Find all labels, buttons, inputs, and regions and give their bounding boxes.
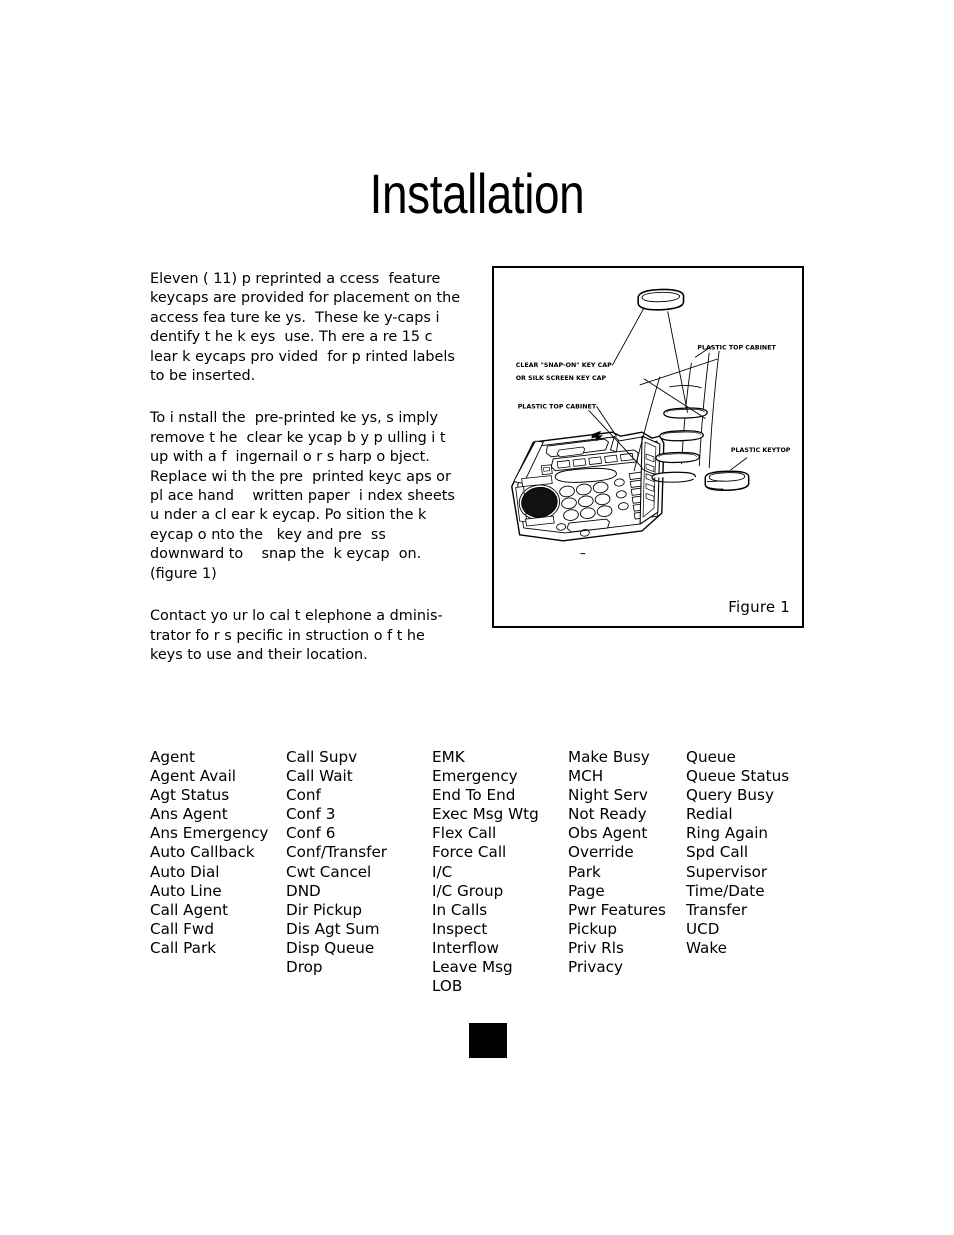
feature-key-item: Night Serv bbox=[568, 786, 648, 805]
feature-key-column: Call Supv Call Wait Conf Conf 3 Conf 6 C… bbox=[286, 748, 432, 977]
feature-key-item: Auto Line bbox=[150, 881, 222, 900]
feature-key-item: Conf 3 bbox=[286, 805, 336, 824]
feature-key-item: Call Wait bbox=[286, 767, 353, 786]
feature-key-item: Emergency bbox=[432, 767, 518, 786]
feature-key-item: Queue Status bbox=[686, 767, 790, 786]
label-clear-snap-on-key-cap-line1: CLEAR "SNAP-ON" KEY CAP bbox=[516, 362, 612, 369]
feature-key-column: Agent Agent Avail Agt Status Ans Agent A… bbox=[150, 748, 286, 958]
feature-key-item: Leave Msg bbox=[432, 958, 513, 977]
feature-key-item: Page bbox=[568, 881, 605, 900]
feature-key-column: EMK Emergency End To End Exec Msg Wtg Fl… bbox=[432, 748, 568, 996]
feature-key-item: Call Fwd bbox=[150, 919, 214, 938]
feature-key-item: Pwr Features bbox=[568, 900, 666, 919]
feature-key-item: Dir Pickup bbox=[286, 900, 362, 919]
feature-key-item: Obs Agent bbox=[568, 824, 648, 843]
instruction-text-column: Eleven ( 11) p reprinted a ccess feature… bbox=[150, 270, 462, 665]
feature-key-item: Spd Call bbox=[686, 843, 749, 862]
feature-key-item: Make Busy bbox=[568, 748, 650, 766]
feature-key-item: Drop bbox=[286, 958, 323, 977]
feature-key-item: Time/Date bbox=[686, 881, 765, 900]
feature-key-item: Agent bbox=[150, 748, 195, 766]
feature-key-item: Conf 6 bbox=[286, 824, 336, 843]
feature-key-item: Dis Agt Sum bbox=[286, 919, 380, 938]
paragraph-keycaps-overview: Eleven ( 11) p reprinted a ccess feature… bbox=[150, 271, 470, 385]
feature-key-item: Redial bbox=[686, 805, 733, 824]
feature-key-item: Agent Avail bbox=[150, 767, 237, 786]
feature-key-item: UCD bbox=[686, 919, 720, 938]
floating-keycap bbox=[637, 288, 685, 311]
phone-keycap-exploded-diagram: CLEAR "SNAP-ON" KEY CAP OR SILK SCREEN K… bbox=[511, 288, 791, 555]
page-title: Installation bbox=[369, 161, 585, 225]
feature-key-list: Agent Agent Avail Agt Status Ans Agent A… bbox=[150, 748, 830, 996]
figure-1-box: CLEAR "SNAP-ON" KEY CAP OR SILK SCREEN K… bbox=[492, 266, 804, 628]
feature-key-item: Supervisor bbox=[686, 862, 768, 881]
label-plastic-keytop: PLASTIC KEYTOP bbox=[731, 447, 791, 454]
feature-key-item: End To End bbox=[432, 786, 516, 805]
feature-key-item: Park bbox=[568, 862, 601, 881]
feature-key-item: Call Park bbox=[150, 938, 216, 957]
feature-key-item: Call Agent bbox=[150, 900, 229, 919]
label-plastic-top-cabinet-right: PLASTIC TOP CABINET bbox=[697, 344, 776, 351]
feature-key-item: I/C bbox=[432, 862, 453, 881]
figure-caption: Figure 1 bbox=[728, 598, 790, 616]
plastic-keytop-part bbox=[704, 470, 750, 492]
feature-key-item: MCH bbox=[568, 767, 604, 786]
feature-key-column: Queue Queue Status Query Busy Redial Rin… bbox=[686, 748, 830, 958]
feature-key-item: DND bbox=[286, 881, 321, 900]
paragraph-contact-administrator: Contact yo ur lo cal t elephone a dminis… bbox=[150, 608, 443, 663]
feature-key-item: Queue bbox=[686, 748, 736, 766]
feature-key-item: Pickup bbox=[568, 919, 617, 938]
feature-key-item: Flex Call bbox=[432, 824, 497, 843]
feature-key-column: Make Busy MCH Night Serv Not Ready Obs A… bbox=[568, 748, 686, 977]
feature-key-item: Ans Emergency bbox=[150, 824, 269, 843]
feature-key-item: Privacy bbox=[568, 958, 623, 977]
feature-key-item: In Calls bbox=[432, 900, 488, 919]
feature-key-item: Auto Callback bbox=[150, 843, 255, 862]
feature-key-item: Not Ready bbox=[568, 805, 647, 824]
feature-key-item: Interflow bbox=[432, 938, 499, 957]
feature-key-item: Conf bbox=[286, 786, 321, 805]
page-number-marker bbox=[469, 1023, 507, 1058]
feature-key-item: Cwt Cancel bbox=[286, 862, 372, 881]
feature-key-item: Inspect bbox=[432, 919, 488, 938]
feature-key-item: Transfer bbox=[686, 900, 748, 919]
feature-key-item: Wake bbox=[686, 938, 727, 957]
feature-key-item: Conf/Transfer bbox=[286, 843, 388, 862]
label-clear-snap-on-key-cap-line2: OR SILK SCREEN KEY CAP bbox=[516, 375, 607, 382]
feature-key-item: Ans Agent bbox=[150, 805, 228, 824]
feature-key-item: Disp Queue bbox=[286, 938, 375, 957]
feature-key-item: Priv Rls bbox=[568, 938, 624, 957]
feature-key-item: Override bbox=[568, 843, 634, 862]
telephone-illustration bbox=[511, 431, 665, 555]
document-page: Installation Eleven ( 11) p reprinted a … bbox=[0, 0, 954, 1235]
feature-key-item: Force Call bbox=[432, 843, 507, 862]
feature-key-item: I/C Group bbox=[432, 881, 504, 900]
feature-key-item: EMK bbox=[432, 748, 465, 766]
feature-key-item: Exec Msg Wtg bbox=[432, 805, 539, 824]
label-plastic-top-cabinet-left: PLASTIC TOP CABINET bbox=[518, 404, 597, 411]
feature-key-item: Ring Again bbox=[686, 824, 769, 843]
feature-key-item: Call Supv bbox=[286, 748, 358, 766]
paragraph-installation-steps: To i nstall the pre-printed ke ys, s imp… bbox=[150, 410, 460, 582]
feature-key-item: Query Busy bbox=[686, 786, 774, 805]
feature-key-item: Agt Status bbox=[150, 786, 230, 805]
feature-key-item: LOB bbox=[432, 977, 463, 996]
feature-key-item: Auto Dial bbox=[150, 862, 220, 881]
